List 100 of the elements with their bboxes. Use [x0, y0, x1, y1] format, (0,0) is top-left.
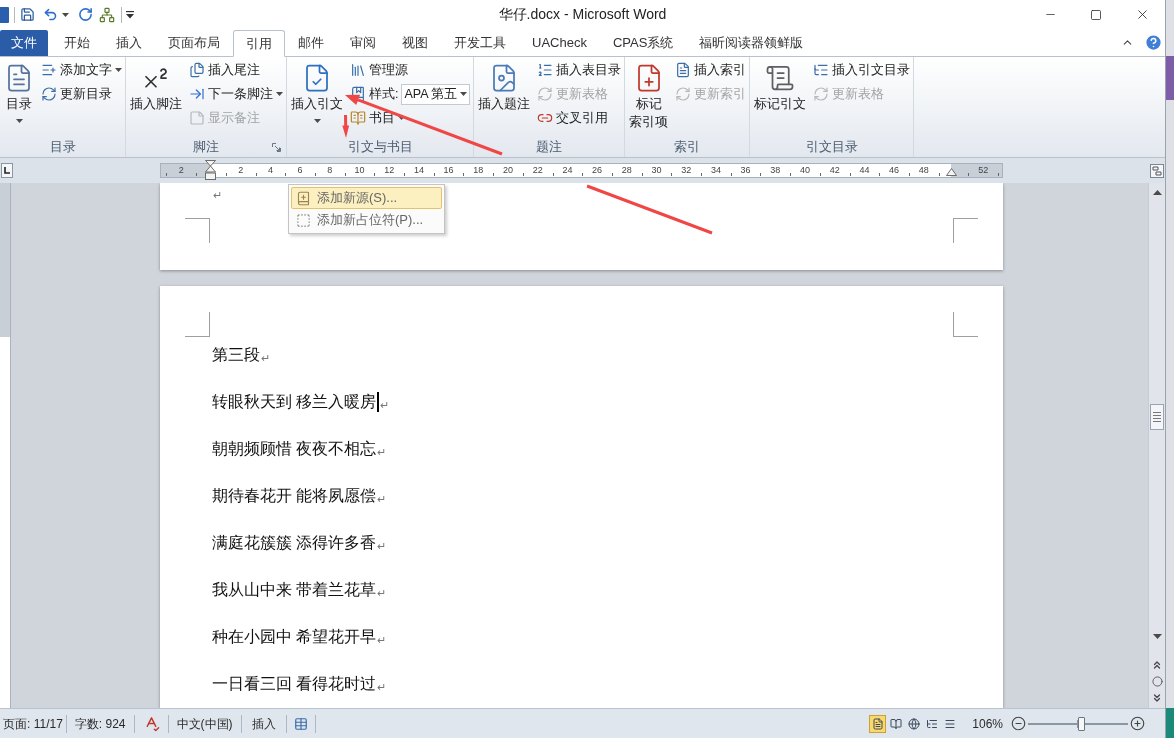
ruler-toggle-icon[interactable] [1150, 163, 1164, 178]
ruler-number: 20 [503, 164, 513, 177]
ruler-number: 44 [859, 164, 870, 177]
save-icon[interactable] [20, 7, 35, 22]
menu-item[interactable]: 添加新占位符(P)... [291, 209, 442, 231]
ruler-number: 2 [238, 164, 244, 177]
language-indicator[interactable]: 中文(中国) [168, 714, 241, 733]
file-tab[interactable]: 文件 [0, 30, 48, 56]
ribbon-button[interactable]: 插入索引 [674, 58, 748, 82]
maximize-icon [1090, 8, 1102, 21]
ribbon-button[interactable]: 添加文字 [40, 58, 123, 82]
open-book-icon [889, 717, 902, 730]
zoom-percentage[interactable]: 106% [972, 714, 1003, 733]
ribbon-tab[interactable]: 开发工具 [441, 30, 519, 56]
customize-menu-icon[interactable] [126, 10, 134, 19]
help-icon[interactable] [1144, 33, 1163, 52]
paragraph-mark: ↵ [377, 586, 387, 599]
ribbon-tab[interactable]: 页面布局 [155, 30, 233, 56]
ribbon-tab[interactable]: 插入 [103, 30, 155, 56]
scroll-icon [765, 63, 796, 93]
browse-object-icon[interactable] [1151, 676, 1163, 687]
ribbon-tab[interactable]: 开始 [51, 30, 103, 56]
ruler-number: 46 [889, 164, 900, 177]
ribbon-button[interactable]: 标记 索引项 [627, 57, 671, 135]
scroll-down-icon[interactable] [1152, 634, 1162, 639]
ruler-number: 38 [770, 164, 781, 177]
hierarchy-icon[interactable] [99, 6, 115, 23]
zoom-out-icon [1011, 716, 1026, 731]
zoom-slider[interactable] [1028, 715, 1128, 732]
ruler-number: 14 [413, 164, 424, 177]
next-page-icon[interactable] [1151, 692, 1163, 704]
right-indent-marker-icon[interactable] [946, 168, 957, 176]
list-tree-icon [813, 62, 830, 78]
ruler-number: 42 [829, 164, 840, 177]
ribbon-button[interactable]: 管理源 [349, 58, 472, 82]
page-count[interactable]: 页面: 11/17 [0, 714, 66, 733]
indent-marker-icon[interactable] [205, 160, 216, 180]
scroll-thumb[interactable] [1150, 404, 1164, 430]
document-text: 我从山中来 带着兰花草 [212, 579, 377, 600]
ribbon-button[interactable]: 插入引文目录 [812, 58, 912, 82]
caret-icon [460, 92, 468, 96]
corner-mark-icon [185, 312, 210, 337]
app-icon[interactable] [0, 6, 9, 23]
menu-item[interactable]: 添加新源(S)... [291, 187, 442, 209]
table-icon[interactable] [293, 716, 308, 731]
word-count[interactable]: 字数: 924 [66, 714, 134, 733]
group-label: 题注 [536, 138, 563, 157]
ruler-number: 40 [800, 164, 810, 177]
ruler-number: 12 [384, 164, 395, 177]
paragraph-mark: ↵ [377, 539, 387, 552]
arrow-icon [189, 86, 205, 102]
ribbon-tab[interactable]: 审阅 [337, 30, 389, 56]
scroll-up-icon[interactable] [1152, 190, 1162, 195]
previous-page-icon[interactable] [1151, 659, 1163, 671]
undo-icon[interactable] [43, 7, 58, 22]
paragraph-mark: ↵ [380, 398, 390, 411]
ribbon-button[interactable]: 交叉引用 [536, 106, 623, 130]
ribbon-button[interactable]: 更新目录 [40, 82, 123, 106]
ribbon-button[interactable]: 插入表目录 [536, 58, 623, 82]
ruler-number: 16 [443, 164, 454, 177]
ribbon-button[interactable]: 插入尾注 [188, 58, 284, 82]
field-label: 样式: [369, 85, 399, 103]
ribbon-tab[interactable]: 福昕阅读器领鲜版 [686, 30, 817, 56]
ruler-number: 48 [918, 164, 929, 177]
ruler-number: 32 [681, 164, 692, 177]
globe-icon [907, 717, 920, 730]
ribbon-tab[interactable]: 引用 [233, 30, 285, 57]
ruler-number: 2 [178, 164, 184, 177]
ribbon-button[interactable]: 插入题注 [476, 57, 533, 135]
ribbon-tab[interactable]: 邮件 [285, 30, 337, 56]
dialog-launcher-icon[interactable] [272, 143, 281, 152]
paragraph-mark: ↵ [213, 188, 222, 201]
zoom-in-button[interactable] [1130, 716, 1145, 731]
paragraph-mark: ↵ [377, 492, 387, 505]
ribbon-tab[interactable]: 视图 [389, 30, 441, 56]
insert-mode[interactable]: 插入 [241, 714, 286, 733]
ruler-number: 26 [592, 164, 603, 177]
ruler-number: 22 [532, 164, 543, 177]
ribbon-button[interactable]: 目录 [2, 57, 36, 135]
list-tree-icon [925, 717, 938, 730]
paragraph-mark: ↵ [377, 445, 387, 458]
slider-thumb[interactable] [1078, 716, 1085, 731]
paragraph-mark: ↵ [261, 351, 270, 364]
ribbon-button[interactable]: 下一条脚注 [188, 82, 284, 106]
zoom-out-button[interactable] [1011, 716, 1026, 731]
document-text: 朝朝频顾惜 夜夜不相忘 [212, 438, 377, 459]
group-label: 目录 [49, 138, 76, 157]
ribbon-tab[interactable]: UACheck [519, 30, 600, 56]
ribbon-tab[interactable]: CPAS系统 [599, 30, 687, 56]
style-dropdown[interactable]: APA 第五 [401, 83, 471, 105]
view-button[interactable] [869, 714, 887, 733]
group-label: 引文与书目 [347, 138, 413, 157]
ruler-number: 18 [473, 164, 484, 177]
ribbon-button[interactable]: 插入脚注 [128, 57, 184, 135]
open-book-icon [350, 110, 366, 126]
paragraph-mark: ↵ [377, 633, 387, 646]
circular-arrow-icon[interactable] [78, 7, 93, 22]
tab-stop-icon[interactable] [1, 163, 13, 178]
ribbon-button[interactable]: 插入引文 [289, 57, 345, 135]
ribbon-button[interactable]: 标记引文 [752, 57, 809, 135]
